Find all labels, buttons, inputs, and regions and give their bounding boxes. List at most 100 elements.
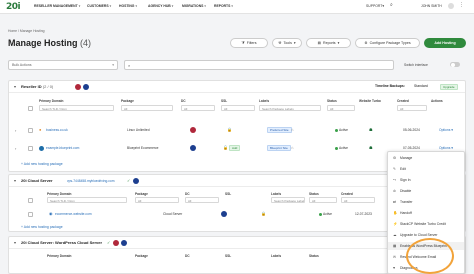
col-ssl: SSL (225, 192, 232, 196)
col-labels: Labels (271, 192, 282, 196)
labels-search-input[interactable]: Search Package Labels (271, 197, 305, 203)
us-flag-icon (113, 239, 119, 246)
package-name: Cloud Server (163, 212, 183, 216)
nav-migrations[interactable]: MIGRATIONS▾ (182, 4, 206, 8)
edit-icon: ✎ (393, 167, 397, 171)
uk-flag-icon (133, 177, 139, 184)
blueprint-icon: ▦ (393, 244, 397, 248)
col-actions: Actions (431, 99, 443, 103)
col-primary-domain: Primary Domain (39, 99, 64, 103)
col-primary-domain: Primary Domain (47, 254, 72, 258)
status-text: Active (335, 128, 348, 132)
filter-icon: ⧩ (241, 41, 245, 45)
options-menu[interactable]: Options ▾ (439, 146, 453, 150)
user-menu[interactable]: JOHN SMITH (421, 4, 442, 8)
package-filter[interactable]: All (135, 197, 179, 203)
status-filter[interactable]: All (327, 105, 355, 111)
created-date: 07-05-2024 (403, 146, 420, 150)
top-navigation: 20i RESELLER MANAGEMENT▾ CUSTOMERS▾ HOST… (0, 0, 474, 14)
menu-item-sign-in[interactable]: ↪ Sign In (388, 176, 464, 184)
menu-item-handoff[interactable]: ✋ Handoff (388, 209, 464, 217)
handoff-icon: ✋ (393, 211, 398, 215)
switch-interface-toggle[interactable] (450, 62, 460, 67)
support-link[interactable]: SUPPORT▾ (366, 4, 384, 8)
created-filter[interactable]: All (397, 105, 427, 111)
bulk-actions-select[interactable]: Bulk Actions ▾ (8, 60, 118, 70)
menu-item-edit[interactable]: ✎ Edit (388, 165, 464, 173)
select-all-checkbox[interactable] (28, 106, 33, 111)
nav-agency-hub[interactable]: AGENCY HUB▾ (148, 4, 173, 8)
site-label-badge[interactable]: Preferred Site (267, 127, 292, 133)
grid-menu-icon[interactable]: ⋮ (459, 2, 464, 8)
add-hosting-package-link[interactable]: + Add new hosting package (21, 225, 63, 229)
dc-filter[interactable]: All (181, 105, 215, 111)
dc-filter[interactable]: All (185, 197, 219, 203)
chevron-down-icon[interactable]: ▾ (14, 84, 16, 89)
created-date: 12-07-2023 (355, 212, 372, 216)
primary-domain-link[interactable]: business.co.uk (46, 128, 68, 132)
site-label-badge[interactable]: Blueprint Site (267, 145, 291, 151)
mail-icon: ✉ (393, 255, 397, 259)
tag-icon[interactable]: ⌂ (291, 145, 293, 150)
add-hosting-package-link[interactable]: + Add new hosting package (21, 162, 63, 166)
row-checkbox[interactable] (28, 212, 33, 217)
labels-search-input[interactable]: Search Package Labels (259, 105, 321, 111)
turbo-icon: ⚡ (393, 222, 398, 226)
search-icon[interactable]: ⌕ (390, 2, 393, 8)
ssl-add-button[interactable]: Add (229, 145, 241, 151)
menu-item-disable[interactable]: ⊘ Disable (388, 187, 464, 195)
turbo-icon: ☗ (369, 145, 373, 150)
status-text: Active (335, 146, 348, 150)
domain-search-input[interactable]: Search TLD / Dom (47, 197, 127, 203)
col-created: Created (341, 192, 353, 196)
package-name: Linux Unlimited (127, 128, 150, 132)
breadcrumb[interactable]: Home / Manage Hosting (8, 29, 45, 33)
row-checkbox[interactable] (28, 146, 33, 151)
upgrade-badge[interactable]: Upgrade (440, 84, 458, 90)
menu-item-turbo-credit[interactable]: ⚡ StackCP Website Turbo Credit (388, 220, 464, 228)
timeline-backups-value: Standard (414, 84, 428, 88)
uk-flag-icon (190, 145, 196, 151)
configure-package-types-button[interactable]: ⚙ Configure Package Types (355, 38, 420, 48)
nav-hosting[interactable]: HOSTING▾ (119, 4, 137, 8)
tag-icon[interactable]: ⌂ (291, 127, 293, 132)
nav-reports[interactable]: REPORTS▾ (214, 4, 233, 8)
expand-row-icon[interactable]: › (15, 146, 16, 151)
domain-search-input[interactable]: Search TLD / Dom (39, 105, 114, 111)
server-id-link[interactable]: vps-7448458.mybluedriving.com (67, 179, 114, 183)
search-icon: ⌕ (128, 62, 131, 68)
dc-flags (133, 177, 139, 184)
nav-customers[interactable]: CUSTOMERS▾ (87, 4, 111, 8)
chevron-down-icon[interactable]: ▾ (14, 178, 16, 183)
ssl-lock-icon: 🔒 (227, 127, 232, 132)
section-title: Reseller ID (2 / 0) (21, 84, 54, 89)
add-hosting-button[interactable]: Add Hosting (424, 38, 466, 48)
col-primary-domain: Primary Domain (47, 192, 72, 196)
brand-logo[interactable]: 20i (6, 2, 21, 12)
timeline-backups-label: Timeline Backups: (375, 84, 405, 88)
search-input[interactable]: ⌕ (124, 60, 394, 70)
row-checkbox[interactable] (28, 128, 33, 133)
col-status: Status (327, 99, 337, 103)
reports-button[interactable]: ▤ Reports ▾ (306, 38, 351, 48)
chevron-down-icon[interactable]: ▾ (14, 240, 16, 245)
switch-interface-label: Switch interface (404, 63, 428, 67)
options-menu[interactable]: Options ▾ (439, 128, 453, 132)
reports-icon: ▤ (317, 41, 321, 45)
menu-item-manage[interactable]: ⚙ Manage (388, 154, 464, 162)
package-filter[interactable]: All (121, 105, 173, 111)
filters-button[interactable]: ⧩ Filters (230, 38, 268, 48)
menu-item-transfer[interactable]: ⇄ Transfer (388, 198, 464, 206)
created-filter[interactable]: All (341, 197, 375, 203)
expand-row-icon[interactable]: › (15, 128, 16, 133)
ssl-filter[interactable]: All (221, 105, 255, 111)
status-filter[interactable]: All (309, 197, 337, 203)
primary-domain-link[interactable]: example-blueprint.com (46, 146, 79, 150)
select-all-checkbox[interactable] (28, 198, 33, 203)
uk-flag-icon (221, 211, 227, 217)
primary-domain-link[interactable]: ecommerce-website.com (55, 212, 92, 216)
tools-button[interactable]: ⚒ Tools ▾ (272, 38, 302, 48)
wordpress-icon (39, 146, 44, 151)
nav-reseller-management[interactable]: RESELLER MANAGEMENT▾ (34, 4, 80, 8)
avatar[interactable] (448, 3, 454, 9)
